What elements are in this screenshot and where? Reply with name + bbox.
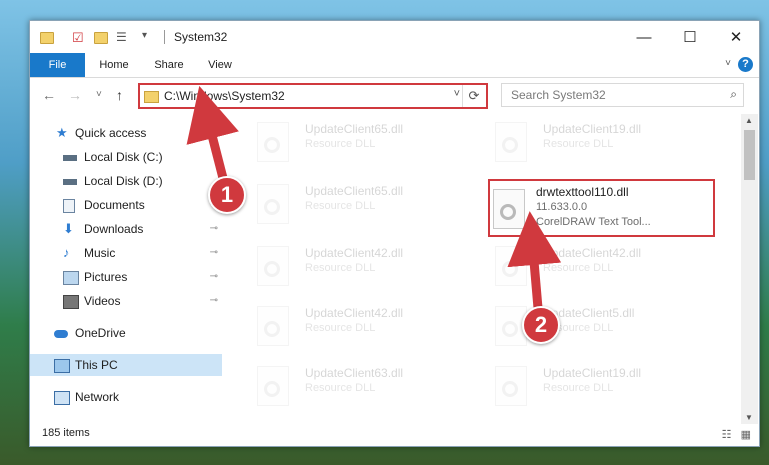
callout-badge-1: 1 [208,176,246,214]
arrow-to-address-bar [186,85,239,184]
callout-badge-2: 2 [522,306,560,344]
annotation-arrows [186,85,562,309]
arrow-to-dll-file [507,211,562,309]
